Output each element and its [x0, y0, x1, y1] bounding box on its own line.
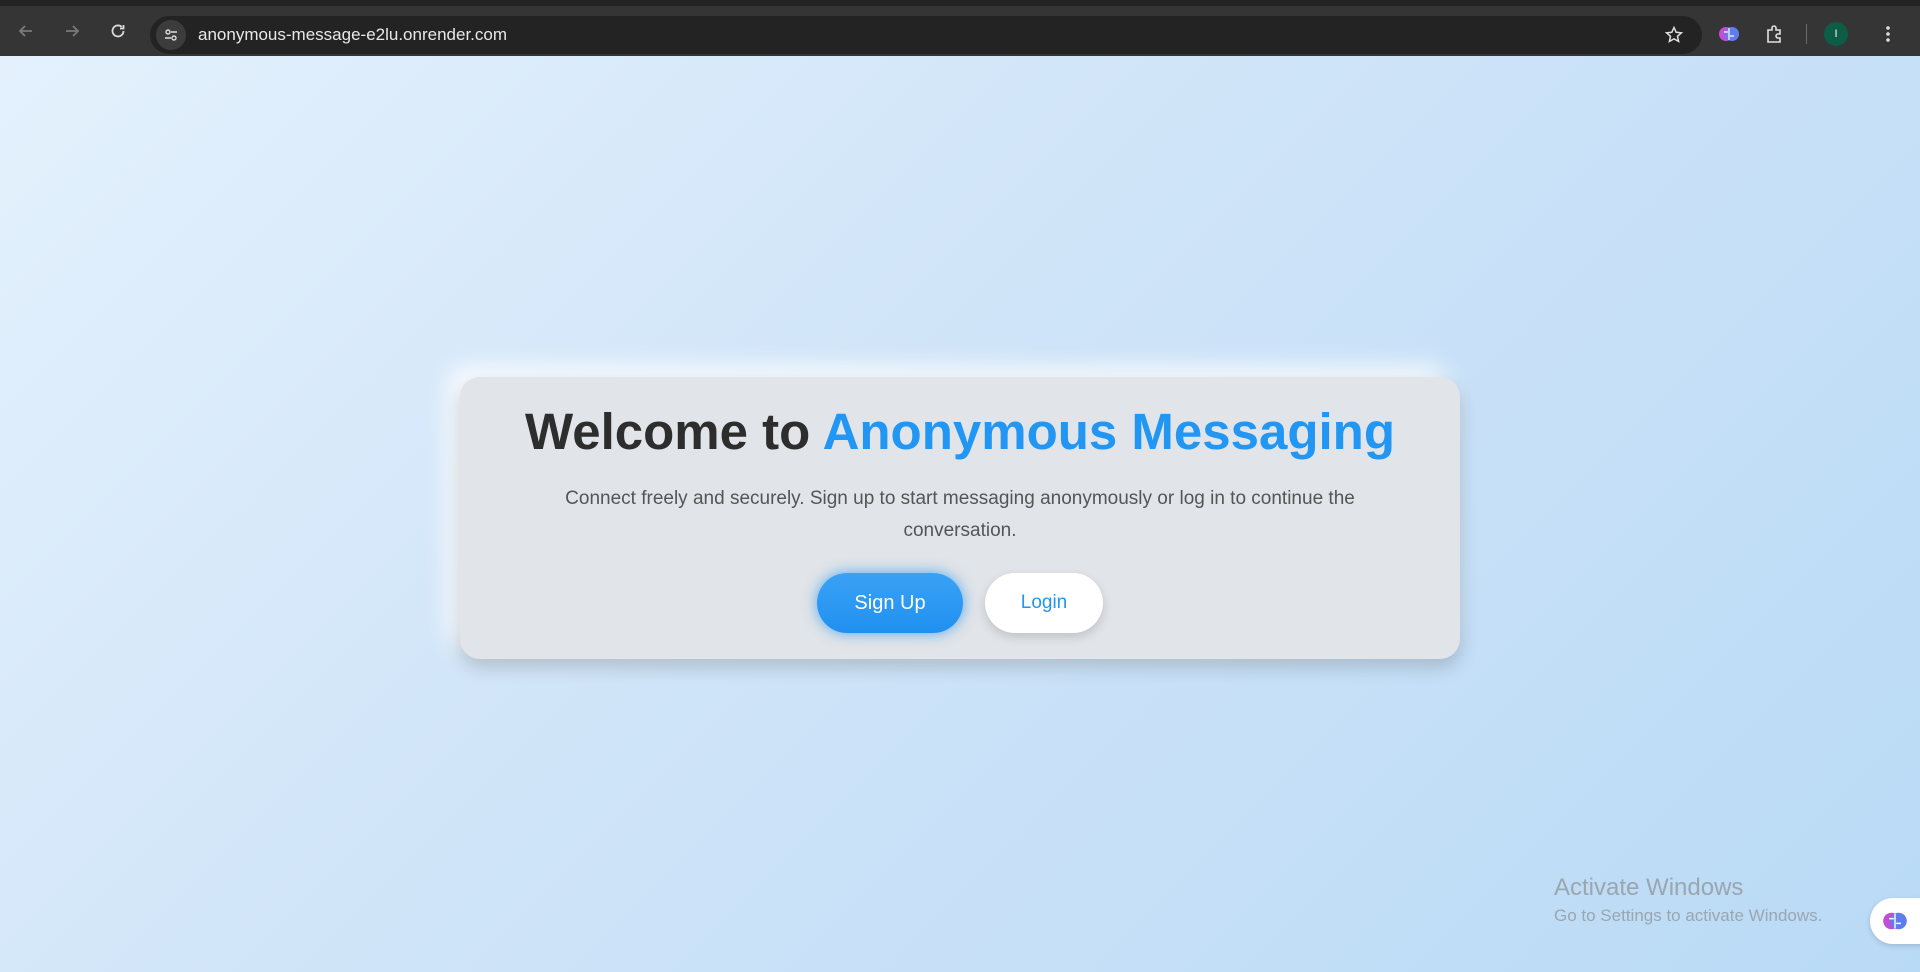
signup-button[interactable]: Sign Up [817, 573, 963, 633]
bookmark-star-icon[interactable] [1664, 25, 1684, 45]
tune-icon [165, 29, 177, 41]
page-title: Welcome to Anonymous Messaging [460, 401, 1460, 463]
reload-button[interactable] [98, 11, 138, 51]
arrow-right-icon [66, 25, 80, 37]
url-text[interactable]: anonymous-message-e2lu.onrender.com [198, 25, 507, 45]
windows-activation-watermark: Activate Windows Go to Settings to activ… [1554, 874, 1822, 926]
more-vert-icon [1886, 26, 1890, 42]
brain-extension-icon[interactable] [1712, 17, 1746, 51]
browser-toolbar: anonymous-message-e2lu.onrender.com I [0, 0, 1920, 56]
floating-extension-button[interactable] [1870, 898, 1920, 944]
profile-button[interactable]: I [1819, 17, 1853, 51]
action-buttons: Sign Up Login [460, 573, 1460, 633]
brain-icon [1883, 912, 1907, 930]
avatar: I [1824, 22, 1848, 46]
browser-menu-button[interactable] [1873, 17, 1903, 51]
login-button[interactable]: Login [985, 573, 1103, 633]
arrow-left-icon [18, 25, 32, 37]
address-bar[interactable]: anonymous-message-e2lu.onrender.com [150, 16, 1702, 54]
forward-button[interactable] [52, 11, 92, 51]
welcome-card: Welcome to Anonymous Messaging Connect f… [460, 377, 1460, 659]
reload-icon [111, 24, 125, 38]
welcome-subtitle: Connect freely and securely. Sign up to … [565, 488, 1355, 541]
toolbar-divider [1806, 24, 1807, 44]
back-button[interactable] [6, 11, 46, 51]
puzzle-extensions-icon[interactable] [1758, 17, 1792, 51]
title-accent: Anonymous Messaging [822, 403, 1395, 460]
watermark-title: Activate Windows [1554, 874, 1744, 901]
title-prefix: Welcome to [525, 403, 823, 460]
site-info-button[interactable] [156, 20, 186, 50]
extensions-area: I [1712, 12, 1903, 56]
page-content: Welcome to Anonymous Messaging Connect f… [0, 56, 1920, 972]
watermark-subtitle: Go to Settings to activate Windows. [1554, 906, 1823, 925]
